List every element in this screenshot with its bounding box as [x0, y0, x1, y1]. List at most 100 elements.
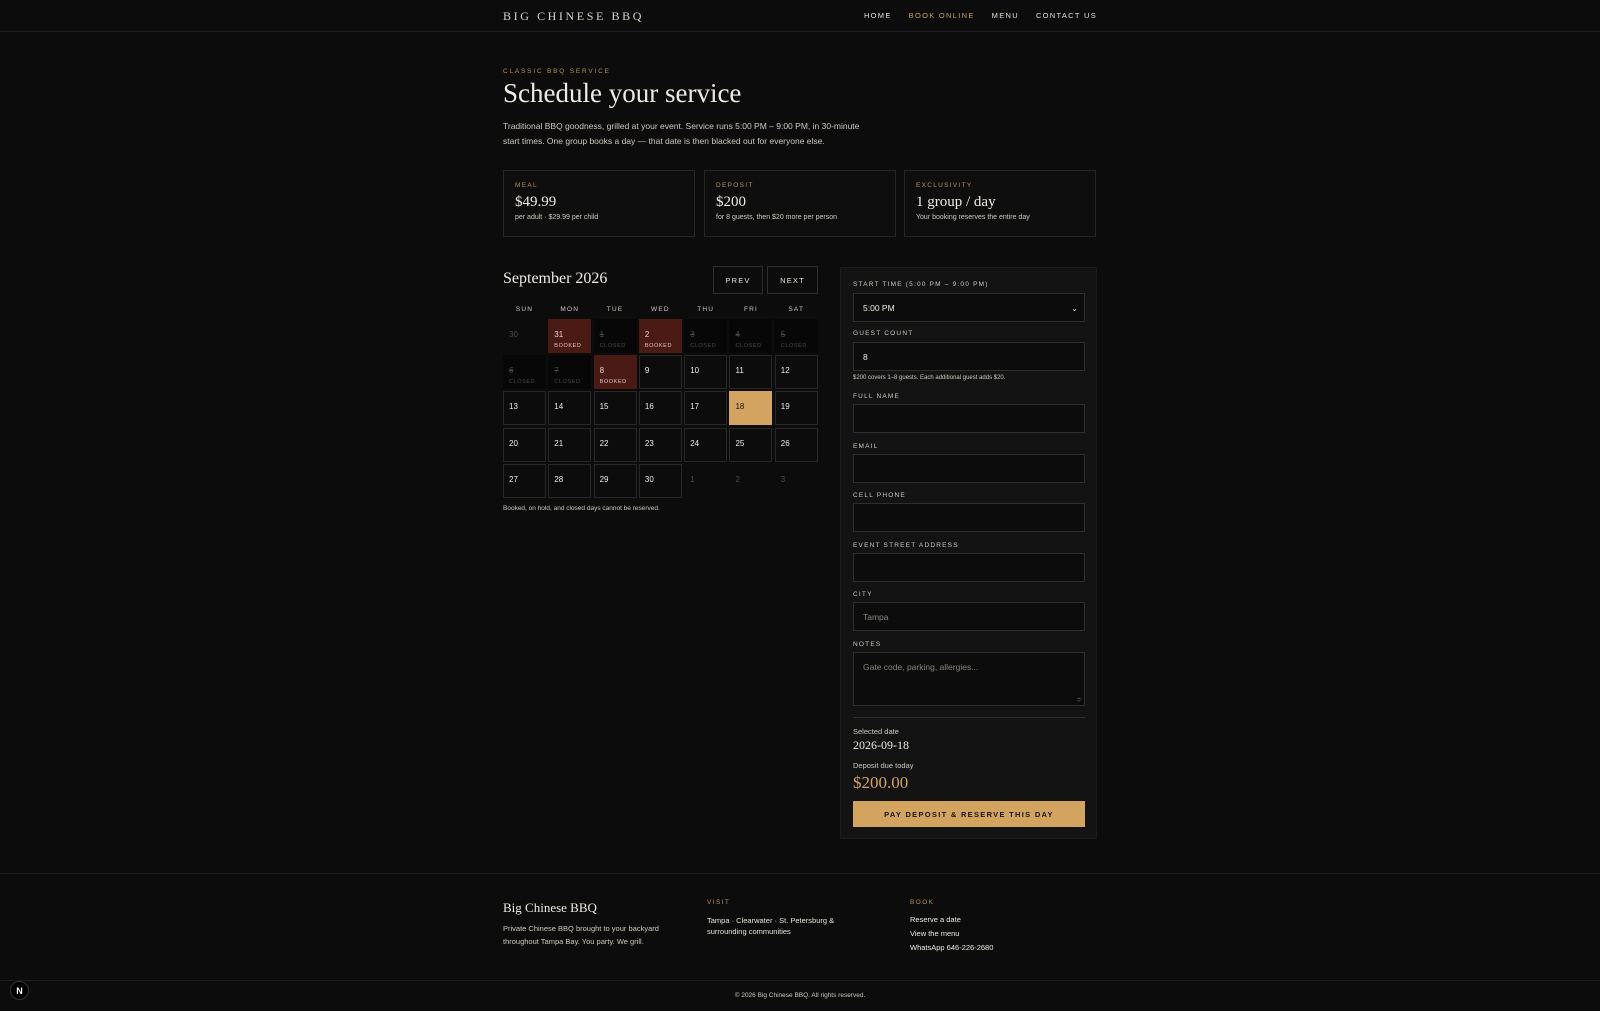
- footer-brand: Big Chinese BBQ: [503, 900, 597, 915]
- calendar-day[interactable]: 27: [503, 463, 546, 498]
- calendar-day[interactable]: 30: [638, 463, 682, 498]
- day-number: 26: [780, 438, 790, 448]
- card-label: EXCLUSIVITY: [916, 182, 973, 189]
- card-value: $200: [716, 194, 746, 210]
- calendar-day[interactable]: 14: [548, 391, 592, 426]
- calendar-day[interactable]: 15: [593, 391, 637, 426]
- day-number: 23: [644, 438, 654, 448]
- nav-menu-link[interactable]: MENU: [992, 11, 1019, 20]
- day-number: 9: [644, 366, 650, 376]
- calendar-day: 6 CLOSED: [503, 355, 546, 390]
- meal-card: MEAL $49.99 per adult · $29.99 per child: [503, 170, 695, 237]
- calendar-day: 1 CLOSED: [593, 319, 637, 353]
- calendar-day[interactable]: 29: [593, 463, 637, 498]
- email-input[interactable]: [853, 454, 1085, 483]
- nav-contact-link[interactable]: CONTACT US: [1036, 11, 1097, 20]
- weekday-header: SUN MON TUE WED THU FRI SAT: [503, 306, 818, 313]
- footer-visit-text: Tampa · Clearwater · St. Petersburg & su…: [707, 916, 835, 936]
- footer-book-heading: BOOK: [910, 899, 935, 906]
- exclusivity-card: EXCLUSIVITY 1 group / day Your booking r…: [904, 170, 1096, 237]
- brand-logo[interactable]: BIG CHINESE BBQ: [503, 9, 644, 24]
- booking-form-panel: START TIME (5:00 PM – 9:00 PM) 5:00 PM ⌄…: [840, 267, 1097, 839]
- notes-label: NOTES: [853, 641, 882, 648]
- day-number: 2: [644, 330, 650, 339]
- footer-whatsapp-link[interactable]: WhatsApp 646-226-2680: [910, 943, 993, 952]
- day-number: 16: [644, 402, 654, 412]
- day-number: 27: [509, 474, 518, 484]
- calendar-day: 5 CLOSED: [774, 319, 818, 353]
- calendar-month-title: September 2026: [503, 270, 608, 287]
- start-time-label: START TIME (5:00 PM – 9:00 PM): [853, 281, 989, 288]
- calendar-day[interactable]: 24: [684, 427, 728, 462]
- day-status: CLOSED: [780, 343, 807, 349]
- calendar-day[interactable]: 18: [729, 391, 773, 426]
- day-number: 19: [780, 402, 790, 412]
- full-name-input[interactable]: [853, 404, 1085, 433]
- calendar-day: 3: [774, 463, 818, 498]
- weekday-label: TUE: [606, 306, 624, 313]
- day-status: BOOKED: [554, 343, 582, 349]
- calendar-day[interactable]: 21: [548, 427, 592, 462]
- calendar-day[interactable]: 22: [593, 427, 637, 462]
- footer-menu-link[interactable]: View the menu: [910, 929, 993, 938]
- day-number: 2: [735, 474, 740, 484]
- weekday-label: SAT: [788, 306, 805, 313]
- calendar-day[interactable]: 28: [548, 463, 592, 498]
- day-number: 10: [690, 366, 700, 376]
- deposit-due-label: Deposit due today: [853, 761, 914, 770]
- calendar-day[interactable]: 23: [638, 427, 682, 462]
- day-number: 21: [554, 438, 564, 448]
- calendar-day[interactable]: 9: [638, 355, 682, 390]
- weekday-label: MON: [560, 306, 580, 313]
- weekday-label: WED: [651, 306, 670, 313]
- day-number: 30: [509, 330, 518, 339]
- day-number: 24: [690, 438, 700, 448]
- day-number: 17: [690, 402, 700, 412]
- guest-count-input[interactable]: 8: [853, 342, 1085, 371]
- resize-handle-icon[interactable]: ≑: [1076, 696, 1082, 704]
- day-status: CLOSED: [554, 379, 581, 386]
- start-time-select[interactable]: 5:00 PM ⌄: [853, 293, 1085, 322]
- calendar-day[interactable]: 11: [729, 355, 773, 390]
- calendar-day[interactable]: 12: [774, 355, 818, 390]
- next-badge-icon[interactable]: N: [10, 981, 29, 1000]
- email-label: EMAIL: [853, 443, 879, 450]
- footer-divider: [0, 873, 1600, 874]
- prev-month-button[interactable]: PREV: [713, 266, 763, 294]
- notes-textarea[interactable]: Gate code, parking, allergies... ≑: [853, 652, 1085, 706]
- nav-home-link[interactable]: HOME: [864, 11, 892, 20]
- calendar-day: 7 CLOSED: [548, 355, 592, 390]
- notes-placeholder: Gate code, parking, allergies...: [863, 662, 979, 672]
- nav-book-online-link[interactable]: BOOK ONLINE: [909, 11, 975, 20]
- day-number: 5: [780, 330, 786, 339]
- day-number: 1: [690, 474, 695, 484]
- calendar-day[interactable]: 26: [774, 427, 818, 462]
- cell-phone-input[interactable]: [853, 503, 1085, 532]
- next-month-button[interactable]: NEXT: [767, 266, 818, 294]
- footer-tagline: Private Chinese BBQ brought to your back…: [503, 924, 659, 946]
- city-input[interactable]: Tampa: [853, 602, 1085, 631]
- calendar-day[interactable]: 20: [503, 427, 546, 462]
- calendar-day[interactable]: 19: [774, 391, 818, 426]
- day-status: BOOKED: [599, 379, 627, 386]
- calendar-day[interactable]: 16: [638, 391, 682, 426]
- card-subtext: Your booking reserves the entire day: [916, 214, 1030, 221]
- calendar-day[interactable]: 25: [729, 427, 773, 462]
- chevron-down-icon: ⌄: [1071, 304, 1078, 313]
- pay-deposit-button[interactable]: PAY DEPOSIT & RESERVE THIS DAY: [853, 801, 1085, 827]
- day-number: 14: [554, 402, 564, 412]
- calendar-day[interactable]: 17: [684, 391, 728, 426]
- calendar-day: 2 BOOKED: [638, 319, 682, 353]
- hero-intro: Traditional BBQ goodness, grilled at you…: [503, 121, 860, 146]
- footer-reserve-link[interactable]: Reserve a date: [910, 915, 993, 924]
- full-name-label: FULL NAME: [853, 393, 901, 400]
- street-address-input[interactable]: [853, 553, 1085, 582]
- calendar-day[interactable]: 10: [684, 355, 728, 390]
- city-label: CITY: [853, 591, 873, 598]
- calendar-day[interactable]: 13: [503, 391, 546, 426]
- hero-eyebrow: CLASSIC BBQ SERVICE: [503, 68, 611, 75]
- day-number: 15: [599, 402, 609, 412]
- selected-date-value: 2026-09-18: [853, 738, 909, 752]
- guest-count-label: GUEST COUNT: [853, 330, 914, 337]
- day-status: BOOKED: [644, 343, 673, 349]
